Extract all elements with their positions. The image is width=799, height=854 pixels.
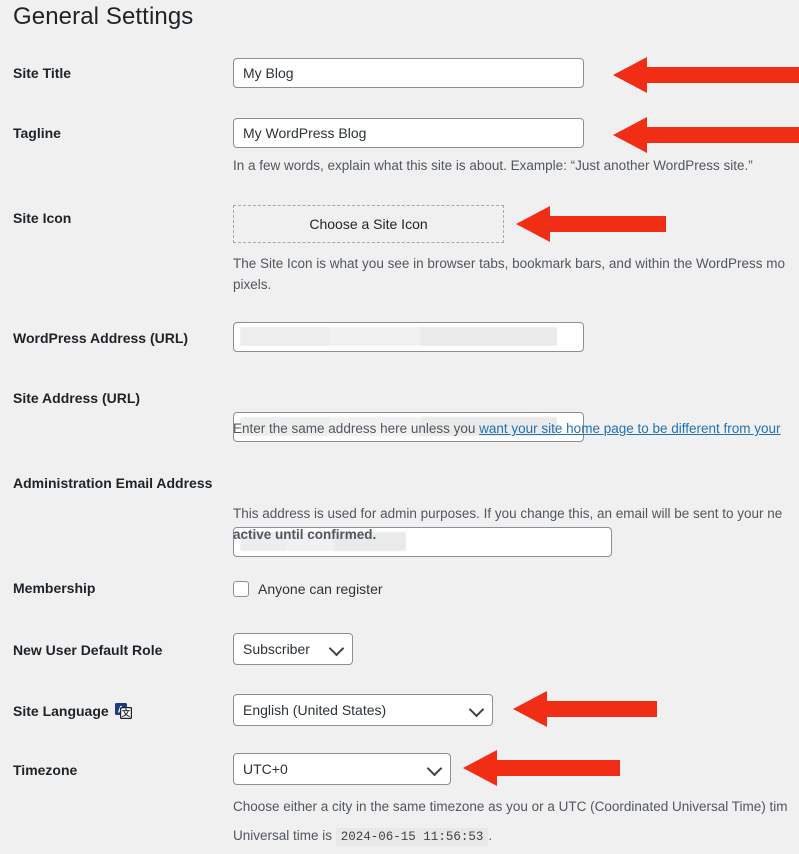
label-site-title: Site Title xyxy=(13,65,72,81)
field-site-title xyxy=(233,58,584,88)
arrow-site-icon xyxy=(516,204,666,244)
tagline-description: In a few words, explain what this site i… xyxy=(233,158,753,173)
label-timezone: Timezone xyxy=(13,762,78,778)
label-membership: Membership xyxy=(13,580,96,596)
admin-email-description-line1: This address is used for admin purposes.… xyxy=(233,506,783,521)
arrow-site-title xyxy=(613,55,799,95)
label-site-icon: Site Icon xyxy=(13,210,72,226)
arrow-timezone xyxy=(463,748,620,788)
site-home-page-link[interactable]: want your site home page to be different… xyxy=(479,421,780,436)
universal-time-value: 2024-06-15 11:56:53 xyxy=(335,828,489,846)
new-user-role-select-wrap: Subscriber xyxy=(233,633,353,665)
timezone-select-wrap: UTC+0 xyxy=(233,753,451,785)
label-wordpress-address: WordPress Address (URL) xyxy=(13,330,189,346)
arrow-tagline xyxy=(613,115,799,155)
new-user-role-select[interactable]: Subscriber xyxy=(233,633,353,665)
label-site-address: Site Address (URL) xyxy=(13,390,141,406)
universal-time-suffix: . xyxy=(488,828,493,843)
choose-site-icon-button[interactable]: Choose a Site Icon xyxy=(233,205,504,243)
site-title-input[interactable] xyxy=(233,58,584,88)
tagline-input[interactable] xyxy=(233,118,584,148)
universal-time-line: Universal time is 2024-06-15 11:56:53. xyxy=(233,825,492,848)
field-membership: Anyone can register xyxy=(233,580,383,598)
site-language-label-text: Site Language xyxy=(13,703,109,719)
field-new-user-role: Subscriber xyxy=(233,633,353,665)
field-site-icon: Choose a Site Icon xyxy=(233,205,504,243)
field-timezone: UTC+0 xyxy=(233,753,451,785)
general-settings-page: General Settings Site Title Tagline In a… xyxy=(0,0,799,854)
site-icon-description: The Site Icon is what you see in browser… xyxy=(233,256,786,271)
page-title: General Settings xyxy=(13,3,194,30)
site-language-select[interactable]: English (United States) xyxy=(233,694,493,726)
field-site-language: English (United States) xyxy=(233,694,493,726)
admin-email-description-line2: active until confirmed. xyxy=(233,524,376,545)
anyone-can-register-label[interactable]: Anyone can register xyxy=(258,580,383,598)
timezone-description: Choose either a city in the same timezon… xyxy=(233,799,788,814)
site-language-select-wrap: English (United States) xyxy=(233,694,493,726)
site-icon-description-line2: pixels. xyxy=(233,277,272,292)
anyone-can-register-checkbox[interactable] xyxy=(233,581,249,597)
timezone-select[interactable]: UTC+0 xyxy=(233,753,451,785)
label-tagline: Tagline xyxy=(13,125,61,141)
universal-time-prefix: Universal time is xyxy=(233,828,333,843)
site-address-description-prefix: Enter the same address here unless you xyxy=(233,421,480,436)
label-admin-email: Administration Email Address xyxy=(13,475,213,491)
redaction-block xyxy=(240,327,557,346)
admin-email-description-emphasis: active until confirmed. xyxy=(233,527,377,542)
label-new-user-role: New User Default Role xyxy=(13,642,163,658)
field-tagline xyxy=(233,118,584,148)
arrow-site-language xyxy=(513,689,657,729)
field-wordpress-address xyxy=(233,322,799,352)
svg-text:文: 文 xyxy=(121,708,130,718)
translate-icon: A 文 xyxy=(114,703,132,719)
site-address-description: Enter the same address here unless you w… xyxy=(233,418,781,439)
label-site-language: Site Language A 文 xyxy=(13,702,132,720)
